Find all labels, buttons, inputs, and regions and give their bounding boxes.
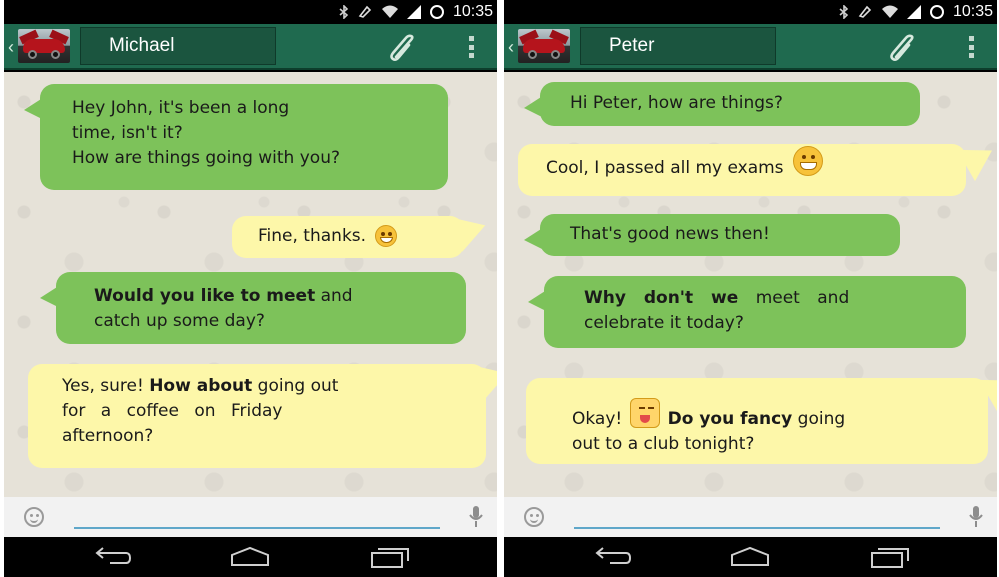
- message-bubble: Hi Peter, how are things?: [524, 82, 920, 126]
- message-bubble: Would you like to meet and catch up some…: [40, 272, 466, 344]
- message-bubble: Yes, sure! How about going out for a cof…: [28, 356, 497, 468]
- message-line: Okay! Do you fancy going: [572, 398, 968, 432]
- message-bubble: Okay! Do you fancy going out to a club t…: [526, 364, 997, 464]
- message-text: That's good news then!: [570, 224, 770, 244]
- message-line: celebrate it today?: [584, 313, 744, 333]
- overflow-menu-icon[interactable]: [469, 36, 475, 58]
- message-bubble: Cool, I passed all my exams: [518, 134, 997, 196]
- grin-emoji-icon: [792, 146, 823, 176]
- bluetooth-icon: [839, 5, 849, 19]
- message-line: Would you like to meet and: [94, 284, 442, 309]
- message-text: Fine, thanks.: [258, 226, 367, 246]
- message-input[interactable]: [574, 505, 940, 529]
- contact-name: Peter: [609, 35, 655, 56]
- message-bold-text: Why don't we: [584, 288, 739, 308]
- navigation-bar: [4, 537, 497, 577]
- message-line: out to a club tonight?: [572, 434, 755, 454]
- contact-name-box[interactable]: Peter: [580, 27, 776, 65]
- chat-area: Hi Peter, how are things? Cool, I passed…: [504, 72, 997, 497]
- message-text: going out: [252, 376, 339, 396]
- wink-tongue-emoji-icon: [629, 398, 660, 428]
- back-arrow-icon[interactable]: ‹: [508, 37, 518, 57]
- wifi-icon: [881, 5, 898, 18]
- message-bold-text: How about: [149, 376, 253, 396]
- message-bubble: Hey John, it's been a long time, isn't i…: [24, 84, 448, 190]
- overflow-menu-icon[interactable]: [969, 36, 975, 58]
- contact-name: Michael: [109, 35, 175, 56]
- message-line: Why don't we meet and: [584, 286, 946, 311]
- message-line: catch up some day?: [94, 311, 265, 331]
- right-phone-screen: 10:35 ‹ Peter Hi Peter, how are things? …: [504, 0, 997, 577]
- nav-recent-icon[interactable]: [870, 545, 910, 569]
- contact-name-box[interactable]: Michael: [80, 27, 276, 65]
- grin-emoji-icon: [375, 225, 398, 247]
- message-line: How are things going with you?: [72, 148, 340, 168]
- alarm-icon: [858, 5, 872, 18]
- status-time: 10:35: [452, 3, 493, 20]
- message-bubble: Why don't we meet and celebrate it today…: [528, 276, 966, 348]
- message-bold-text: Would you like to meet: [94, 286, 316, 306]
- message-bubble: That's good news then!: [524, 214, 900, 256]
- avatar[interactable]: [518, 29, 570, 63]
- chat-action-bar: ‹ Michael: [4, 24, 497, 70]
- status-bar: 10:35: [504, 0, 997, 24]
- status-bar: 10:35: [4, 0, 497, 24]
- paperclip-icon[interactable]: [887, 33, 919, 63]
- message-bubble: Fine, thanks.: [232, 208, 491, 258]
- back-arrow-icon[interactable]: ‹: [8, 37, 18, 57]
- nav-back-icon[interactable]: [92, 545, 132, 569]
- message-line: Hey John, it's been a long: [72, 98, 290, 118]
- nav-back-icon[interactable]: [592, 545, 632, 569]
- signal-icon: [406, 5, 421, 19]
- nav-home-icon[interactable]: [230, 545, 270, 569]
- status-time: 10:35: [952, 3, 993, 20]
- message-line: time, isn't it?: [72, 123, 183, 143]
- input-bar: [504, 497, 997, 537]
- navigation-bar: [504, 537, 997, 577]
- message-text: and: [315, 286, 353, 306]
- message-text: Yes, sure!: [62, 376, 150, 396]
- bluetooth-icon: [339, 5, 349, 19]
- microphone-icon[interactable]: [469, 505, 483, 529]
- chat-action-bar: ‹ Peter: [504, 24, 997, 70]
- message-input[interactable]: [74, 505, 440, 529]
- message-line: for a coffee on Friday: [62, 401, 283, 421]
- message-text: meet and: [738, 288, 850, 308]
- smiley-icon[interactable]: [24, 507, 44, 527]
- message-line: Yes, sure! How about going out: [62, 374, 466, 399]
- smiley-icon[interactable]: [524, 507, 544, 527]
- signal-icon: [906, 5, 921, 19]
- avatar[interactable]: [18, 29, 70, 63]
- input-bar: [4, 497, 497, 537]
- battery-icon: [429, 5, 444, 19]
- alarm-icon: [358, 5, 372, 18]
- message-text: Okay!: [572, 409, 628, 429]
- chat-area: Hey John, it's been a long time, isn't i…: [4, 72, 497, 497]
- paperclip-icon[interactable]: [387, 33, 419, 63]
- message-text: Cool, I passed all my exams: [546, 158, 784, 178]
- wifi-icon: [381, 5, 398, 18]
- nav-home-icon[interactable]: [730, 545, 770, 569]
- message-bold-text: Do you fancy: [667, 409, 793, 429]
- left-phone-screen: 10:35 ‹ Michael Hey John, it's been a lo…: [4, 0, 497, 577]
- nav-recent-icon[interactable]: [370, 545, 410, 569]
- battery-icon: [929, 5, 944, 19]
- message-text: going: [792, 409, 846, 429]
- microphone-icon[interactable]: [969, 505, 983, 529]
- message-line: afternoon?: [62, 426, 154, 446]
- message-text: Hi Peter, how are things?: [570, 93, 783, 113]
